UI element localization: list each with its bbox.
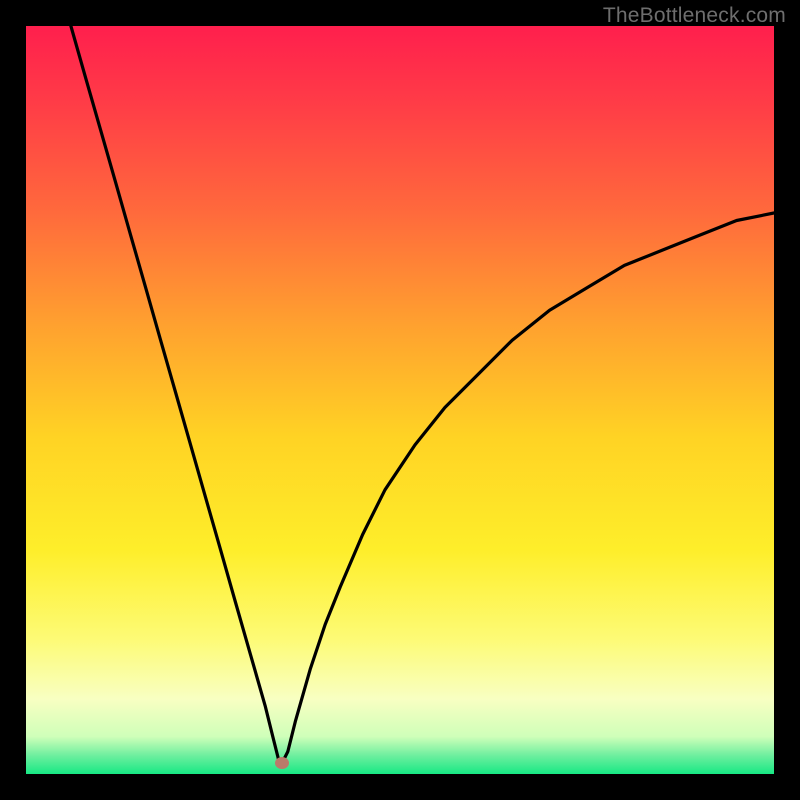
plot-area <box>26 26 774 774</box>
chart-frame: TheBottleneck.com <box>0 0 800 800</box>
optimum-marker <box>275 757 289 769</box>
bottleneck-curve <box>26 26 774 774</box>
watermark-text: TheBottleneck.com <box>603 4 786 28</box>
